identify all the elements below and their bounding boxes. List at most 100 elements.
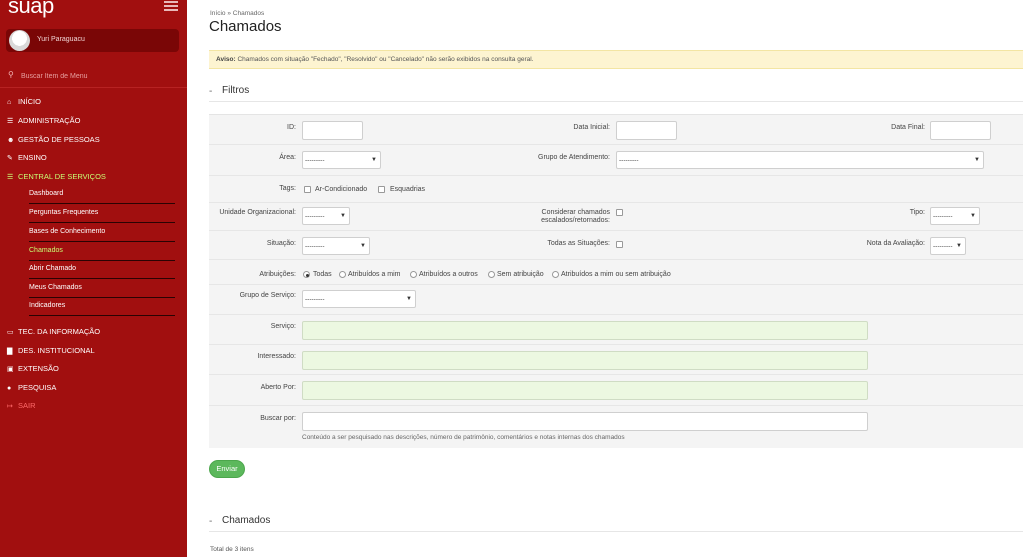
results-section-header[interactable]: - Chamados [209,512,1023,532]
logout-icon: ↦ [7,403,13,410]
chevron-down-icon: ▼ [970,213,976,219]
breadcrumb-home-link[interactable]: Início [210,10,226,17]
chart-icon: ▇ [7,348,13,355]
situacao-select[interactable]: --------- ▼ [302,237,370,255]
sidebar-item-central-de-servicos[interactable]: ☰ Central de Serviços [7,172,182,184]
pencil-icon: ✎ [7,155,13,162]
atribuicoes-todas-radio[interactable] [303,271,310,278]
sidebar-item-administracao[interactable]: ☰ Administração [7,116,182,128]
aberto-por-autocomplete-input[interactable] [302,381,868,400]
nota-avaliacao-select[interactable]: --------- ▼ [930,237,966,255]
submenu-item-bases-de-conhecimento[interactable]: Bases de Conhecimento [29,224,175,242]
data-final-input[interactable] [930,121,991,140]
submenu-item-chamados[interactable]: Chamados [29,243,175,261]
sidebar-item-pesquisa[interactable]: ● Pesquisa [7,383,182,395]
situacao-label: Situação: [266,240,296,247]
search-icon: ⚲ [8,70,14,79]
todas-situacoes-checkbox[interactable] [616,241,623,248]
sidebar-item-ensino[interactable]: ✎ Ensino [7,153,182,165]
unidade-organizacional-select[interactable]: --------- ▼ [302,207,350,225]
user-name[interactable]: Yuri Paraguacu [37,36,85,43]
breadcrumb-separator: » [227,10,231,17]
area-select[interactable]: --------- ▼ [302,151,381,169]
list-icon: ☰ [7,118,14,125]
submit-button[interactable]: Enviar [209,460,245,478]
atribuicoes-sem-atribuicao-radio[interactable] [488,271,495,278]
area-select-value: --------- [305,157,325,164]
menu-search: ⚲ [8,70,178,82]
chevron-down-icon: ▼ [956,243,962,249]
tag-ar-condicionado-label[interactable]: Ar-Condicionado [315,186,367,193]
sidebar-item-des-institucional[interactable]: ▇ Des. Institucional [7,346,182,358]
main-content: Início » Chamados Chamados Aviso: Chamad… [187,0,1023,557]
filters-section-header[interactable]: - Filtros [209,82,1023,102]
grupo-servico-select[interactable]: --------- ▼ [302,290,416,308]
sidebar-item-sair[interactable]: ↦ Sair [7,401,182,413]
submenu-item-perguntas-frequentes[interactable]: Perguntas Frequentes [29,205,175,223]
users-icon: ☻ [7,137,15,144]
unidade-select-value: --------- [305,213,325,220]
tipo-select-value: --------- [933,213,953,220]
grupo-atendimento-label: Grupo de Atendimento: [538,154,610,161]
collapse-icon[interactable]: - [209,516,212,527]
collapse-icon[interactable]: - [209,86,212,97]
atribuicoes-atribuidos-a-outros-radio[interactable] [410,271,417,278]
submenu-item-dashboard[interactable]: Dashboard [29,186,175,204]
tag-ar-condicionado-checkbox[interactable] [304,186,311,193]
home-icon: ⌂ [7,99,12,106]
submenu-item-meus-chamados[interactable]: Meus Chamados [29,280,175,298]
tipo-label: Tipo: [909,209,925,216]
filters-section-title: Filtros [222,85,250,96]
tag-esquadrias-checkbox[interactable] [378,186,385,193]
filter-row: Grupo de Serviço: --------- ▼ [209,285,1023,315]
logo-row: suap [0,0,187,24]
buscar-por-input[interactable] [302,412,868,431]
sidebar-item-gestao-de-pessoas[interactable]: ☻ Gestão de Pessoas [7,135,182,147]
briefcase-icon: ▣ [7,366,14,373]
hamburger-menu-icon[interactable] [164,1,178,12]
total-count: Total de 3 itens [210,546,254,553]
menu-search-input[interactable] [21,71,171,81]
globe-icon: ● [7,385,12,392]
interessado-autocomplete-input[interactable] [302,351,868,370]
atribuicoes-atribuidos-a-mim-label[interactable]: Atribuídos a mim [348,271,401,278]
user-box[interactable]: Yuri Paraguacu [6,29,179,52]
data-final-label: Data Final: [891,124,925,131]
atribuicoes-atribuidos-a-mim-radio[interactable] [339,271,346,278]
filter-row: Buscar por: [209,406,1023,449]
atribuicoes-atribuidos-a-outros-label[interactable]: Atribuídos a outros [419,271,478,278]
unidade-organizacional-label: Unidade Organizacional: [219,209,296,216]
data-inicial-input[interactable] [616,121,677,140]
grupo-atendimento-select[interactable]: --------- ▼ [616,151,984,169]
nota-select-value: --------- [933,243,953,250]
filter-row: Área: --------- ▼ Grupo de Atendimento: -… [209,145,1023,176]
atribuicoes-mim-ou-sem-radio[interactable] [552,271,559,278]
sidebar-item-extensao[interactable]: ▣ Extensão [7,364,182,376]
sidebar-item-inicio[interactable]: ⌂ Início [7,97,182,109]
suap-logo[interactable]: suap [8,0,54,19]
considerar-chamados-checkbox[interactable] [616,209,623,216]
buscar-por-help-text: Conteúdo a ser pesquisado nas descrições… [302,434,625,441]
sidebar-item-tec-da-informacao[interactable]: ▭ Tec. da Informação [7,327,182,339]
atribuicoes-label: Atribuições: [259,271,296,278]
chevron-down-icon: ▼ [360,243,366,249]
filter-row: Interessado: [209,345,1023,375]
buscar-por-label: Buscar por: [260,415,296,422]
sidebar: suap Yuri Paraguacu ⚲ ⌂Início ☰Administr… [0,0,187,557]
submenu-item-abrir-chamado[interactable]: Abrir Chamado [29,261,175,279]
atribuicoes-todas-label[interactable]: Todas [313,271,332,278]
notice-text: Chamados com situação "Fechado", "Resolv… [237,56,534,63]
atribuicoes-sem-atribuicao-label[interactable]: Sem atribuição [497,271,544,278]
avatar[interactable] [9,30,30,51]
aberto-por-label: Aberto Por: [260,384,296,391]
submenu-item-indicadores[interactable]: Indicadores [29,298,175,316]
filters-form: ID: Data Inicial: Data Final: Área: ----… [209,114,1023,448]
laptop-icon: ▭ [7,329,14,336]
id-input[interactable] [302,121,363,140]
tags-label: Tags: [279,185,296,192]
tipo-select[interactable]: --------- ▼ [930,207,980,225]
servico-autocomplete-input[interactable] [302,321,868,340]
tag-esquadrias-label[interactable]: Esquadrias [390,186,425,193]
atribuicoes-mim-ou-sem-label[interactable]: Atribuídos a mim ou sem atribuição [561,271,671,278]
grupo-servico-label: Grupo de Serviço: [239,292,296,299]
